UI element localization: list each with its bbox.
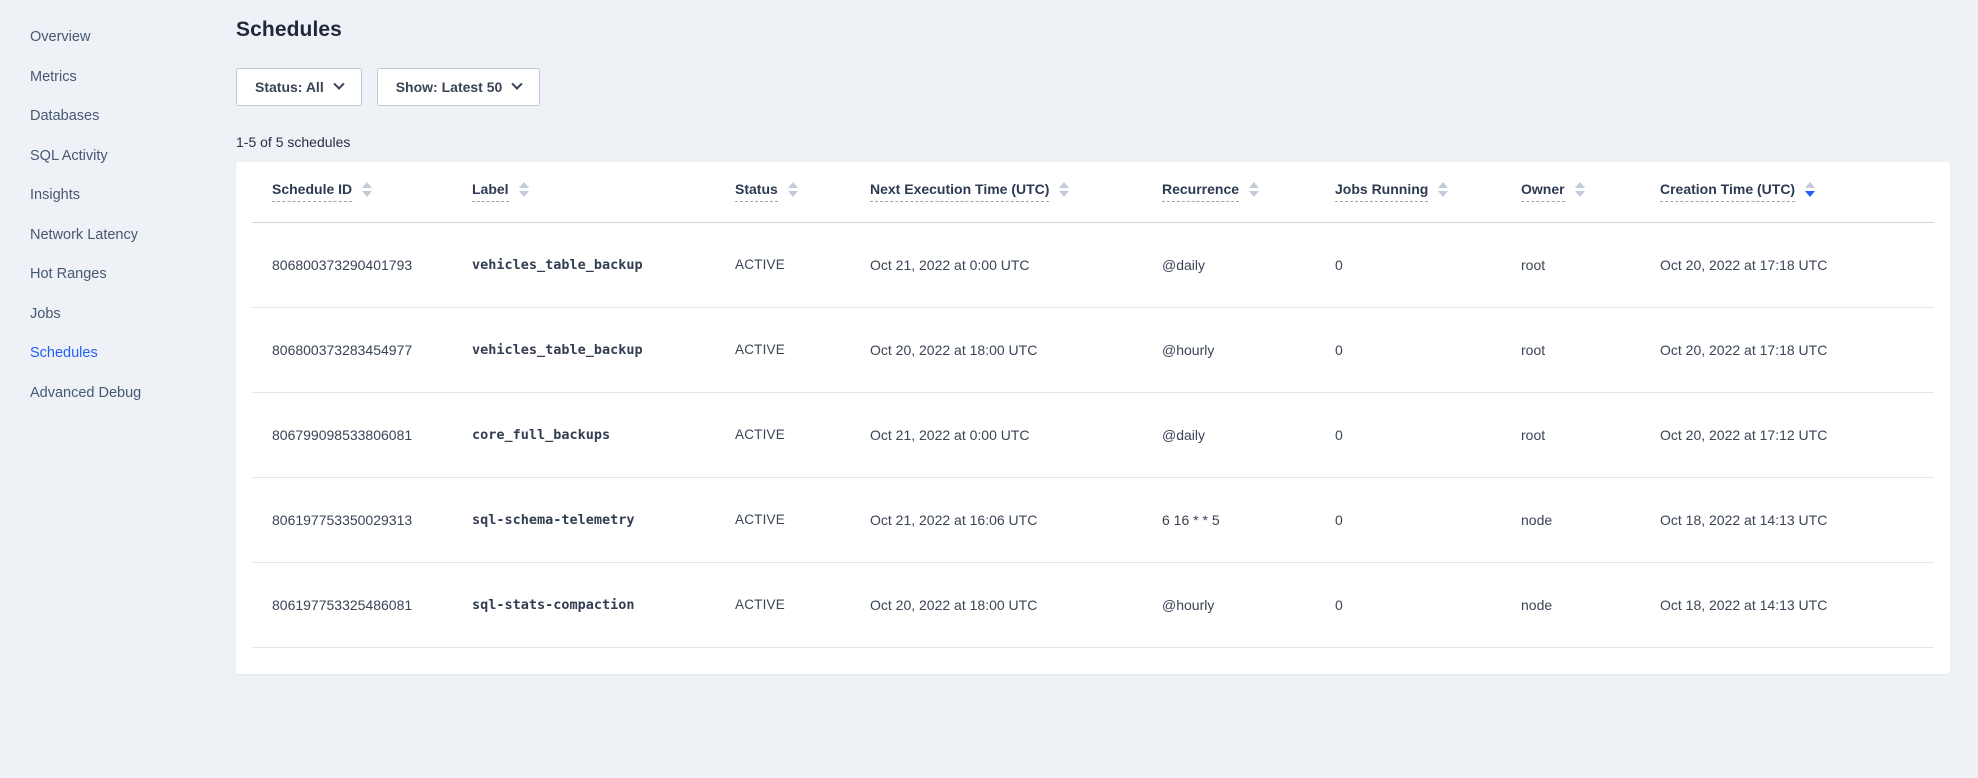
cell-jobs-running: 0 bbox=[1315, 562, 1501, 647]
cell-creation-time: Oct 20, 2022 at 17:12 UTC bbox=[1640, 392, 1934, 477]
sidebar-item-network-latency[interactable]: Network Latency bbox=[30, 216, 236, 256]
sidebar-item-advanced-debug[interactable]: Advanced Debug bbox=[30, 374, 236, 414]
cell-next-execution: Oct 21, 2022 at 16:06 UTC bbox=[850, 477, 1142, 562]
table-body: 806800373290401793vehicles_table_backupA… bbox=[252, 222, 1934, 647]
column-label: Status bbox=[735, 181, 778, 202]
sort-icon[interactable] bbox=[788, 182, 798, 197]
page-title: Schedules bbox=[236, 18, 1950, 42]
sort-icon[interactable] bbox=[1805, 182, 1815, 197]
sort-icon[interactable] bbox=[1249, 182, 1259, 197]
table-row: 806197753350029313sql-schema-telemetryAC… bbox=[252, 477, 1934, 562]
cell-label: sql-stats-compaction bbox=[452, 562, 715, 647]
column-header-next-execution-time-utc[interactable]: Next Execution Time (UTC) bbox=[850, 162, 1142, 222]
cell-status: ACTIVE bbox=[715, 392, 850, 477]
cell-owner: root bbox=[1501, 222, 1640, 307]
sidebar-item-insights[interactable]: Insights bbox=[30, 176, 236, 216]
cell-schedule-id: 806800373283454977 bbox=[252, 307, 452, 392]
table-header-row: Schedule ID Label Status Next Execution Tim… bbox=[252, 162, 1934, 222]
cell-label: vehicles_table_backup bbox=[452, 307, 715, 392]
table-row: 806799098533806081core_full_backupsACTIV… bbox=[252, 392, 1934, 477]
sidebar-item-sql-activity[interactable]: SQL Activity bbox=[30, 137, 236, 177]
column-label: Creation Time (UTC) bbox=[1660, 181, 1795, 202]
table-row: 806197753325486081sql-stats-compactionAC… bbox=[252, 562, 1934, 647]
results-summary: 1-5 of 5 schedules bbox=[236, 134, 1950, 150]
sidebar-item-jobs[interactable]: Jobs bbox=[30, 295, 236, 335]
cell-owner: root bbox=[1501, 307, 1640, 392]
column-header-label[interactable]: Label bbox=[452, 162, 715, 222]
cell-recurrence: @hourly bbox=[1142, 307, 1315, 392]
column-header-schedule-id[interactable]: Schedule ID bbox=[252, 162, 452, 222]
column-header-recurrence[interactable]: Recurrence bbox=[1142, 162, 1315, 222]
cell-jobs-running: 0 bbox=[1315, 477, 1501, 562]
sidebar-item-metrics[interactable]: Metrics bbox=[30, 58, 236, 98]
cell-next-execution: Oct 20, 2022 at 18:00 UTC bbox=[850, 307, 1142, 392]
column-header-owner[interactable]: Owner bbox=[1501, 162, 1640, 222]
show-filter-dropdown[interactable]: Show: Latest 50 bbox=[377, 68, 541, 106]
chevron-down-icon bbox=[512, 79, 523, 90]
cell-recurrence: @daily bbox=[1142, 222, 1315, 307]
sort-icon[interactable] bbox=[362, 182, 372, 197]
sort-icon[interactable] bbox=[1059, 182, 1069, 197]
cell-next-execution: Oct 20, 2022 at 18:00 UTC bbox=[850, 562, 1142, 647]
column-header-status[interactable]: Status bbox=[715, 162, 850, 222]
cell-label: vehicles_table_backup bbox=[452, 222, 715, 307]
cell-owner: node bbox=[1501, 562, 1640, 647]
schedules-table: Schedule ID Label Status Next Execution Tim… bbox=[252, 162, 1934, 648]
cell-next-execution: Oct 21, 2022 at 0:00 UTC bbox=[850, 392, 1142, 477]
cell-schedule-id: 806197753350029313 bbox=[252, 477, 452, 562]
sidebar-item-databases[interactable]: Databases bbox=[30, 97, 236, 137]
cell-owner: root bbox=[1501, 392, 1640, 477]
cell-label: sql-schema-telemetry bbox=[452, 477, 715, 562]
schedules-page: OverviewMetricsDatabasesSQL ActivityInsi… bbox=[0, 0, 1978, 778]
column-header-creation-time-utc[interactable]: Creation Time (UTC) bbox=[1640, 162, 1934, 222]
cell-creation-time: Oct 20, 2022 at 17:18 UTC bbox=[1640, 307, 1934, 392]
cell-creation-time: Oct 18, 2022 at 14:13 UTC bbox=[1640, 562, 1934, 647]
cell-recurrence: @hourly bbox=[1142, 562, 1315, 647]
cell-status: ACTIVE bbox=[715, 222, 850, 307]
cell-owner: node bbox=[1501, 477, 1640, 562]
column-label: Schedule ID bbox=[272, 181, 352, 202]
cell-creation-time: Oct 18, 2022 at 14:13 UTC bbox=[1640, 477, 1934, 562]
show-filter-label: Show: Latest 50 bbox=[396, 79, 503, 95]
cell-creation-time: Oct 20, 2022 at 17:18 UTC bbox=[1640, 222, 1934, 307]
cell-schedule-id: 806197753325486081 bbox=[252, 562, 452, 647]
table-row: 806800373290401793vehicles_table_backupA… bbox=[252, 222, 1934, 307]
cell-schedule-id: 806799098533806081 bbox=[252, 392, 452, 477]
sort-icon[interactable] bbox=[1438, 182, 1448, 197]
sort-icon[interactable] bbox=[1575, 182, 1585, 197]
column-label: Label bbox=[472, 181, 509, 202]
cell-label: core_full_backups bbox=[452, 392, 715, 477]
column-label: Jobs Running bbox=[1335, 181, 1428, 202]
status-filter-dropdown[interactable]: Status: All bbox=[236, 68, 362, 106]
sort-icon[interactable] bbox=[519, 182, 529, 197]
column-label: Next Execution Time (UTC) bbox=[870, 181, 1049, 202]
status-filter-label: Status: All bbox=[255, 79, 324, 95]
sidebar: OverviewMetricsDatabasesSQL ActivityInsi… bbox=[0, 0, 236, 778]
main-content: Schedules Status: All Show: Latest 50 1-… bbox=[236, 0, 1978, 778]
cell-jobs-running: 0 bbox=[1315, 222, 1501, 307]
sidebar-item-schedules[interactable]: Schedules bbox=[30, 334, 236, 374]
table-row: 806800373283454977vehicles_table_backupA… bbox=[252, 307, 1934, 392]
cell-status: ACTIVE bbox=[715, 307, 850, 392]
column-label: Owner bbox=[1521, 181, 1565, 202]
cell-jobs-running: 0 bbox=[1315, 392, 1501, 477]
column-header-jobs-running[interactable]: Jobs Running bbox=[1315, 162, 1501, 222]
cell-recurrence: @daily bbox=[1142, 392, 1315, 477]
sidebar-item-overview[interactable]: Overview bbox=[30, 18, 236, 58]
cell-next-execution: Oct 21, 2022 at 0:00 UTC bbox=[850, 222, 1142, 307]
cell-status: ACTIVE bbox=[715, 562, 850, 647]
column-label: Recurrence bbox=[1162, 181, 1239, 202]
chevron-down-icon bbox=[333, 79, 344, 90]
sidebar-item-hot-ranges[interactable]: Hot Ranges bbox=[30, 255, 236, 295]
cell-jobs-running: 0 bbox=[1315, 307, 1501, 392]
cell-recurrence: 6 16 * * 5 bbox=[1142, 477, 1315, 562]
filter-bar: Status: All Show: Latest 50 bbox=[236, 68, 1950, 106]
cell-schedule-id: 806800373290401793 bbox=[252, 222, 452, 307]
cell-status: ACTIVE bbox=[715, 477, 850, 562]
schedules-table-card: Schedule ID Label Status Next Execution Tim… bbox=[236, 162, 1950, 674]
